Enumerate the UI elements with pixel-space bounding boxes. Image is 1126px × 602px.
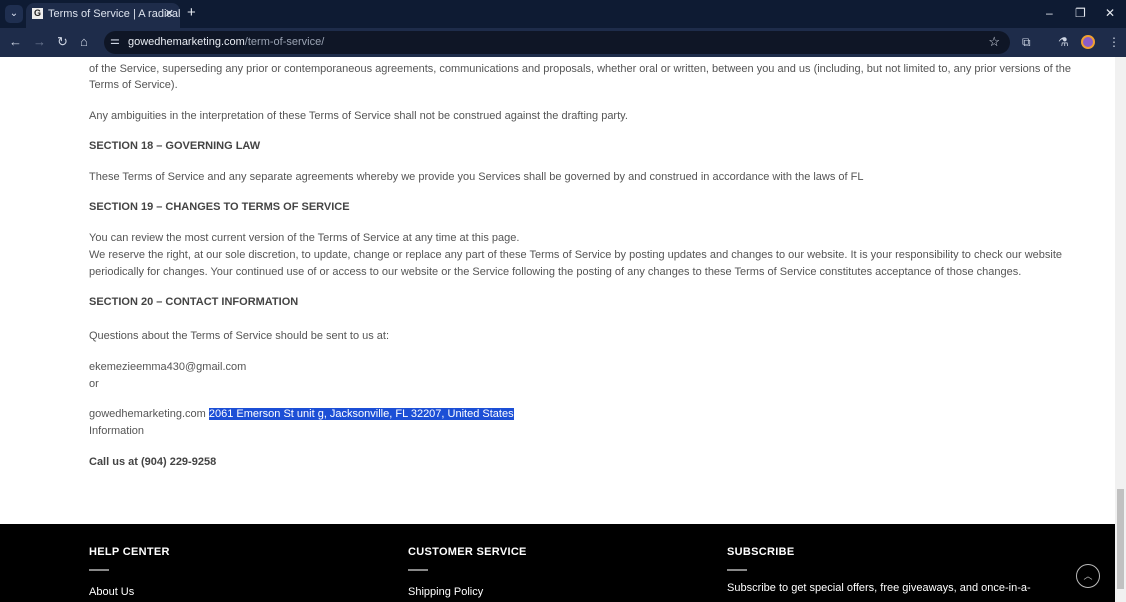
site-info-icon[interactable]: ⚌ [110,34,120,47]
paragraph-line: Terms of Service). [89,79,178,91]
scroll-to-top-button[interactable]: ︿ [1076,564,1100,588]
section-18-heading: SECTION 18 – GOVERNING LAW [89,140,261,152]
information-text: Information [89,425,145,437]
paragraph: Questions about the Terms of Service sho… [89,330,390,342]
call-us-text: Call us at (904) 229-9258 [89,456,217,468]
labs-flask-icon[interactable]: ⚗ [1058,35,1069,49]
extensions-icon[interactable]: ⧉ [1022,35,1031,50]
minimize-button[interactable]: – [1046,6,1053,20]
footer: HELP CENTER About Us CUSTOMER SERVICE Sh… [0,524,1115,602]
customer-service-heading: CUSTOMER SERVICE [408,546,527,558]
help-center-heading: HELP CENTER [89,546,170,558]
selected-address: 2061 Emerson St unit g, Jacksonville, FL… [208,408,514,420]
scrollbar-thumb[interactable] [1117,489,1124,589]
site-favicon-icon: G [32,8,43,19]
site-name: gowedhemarketing.com [89,408,206,420]
close-window-button[interactable]: ✕ [1105,6,1115,20]
back-icon[interactable]: ← [9,34,22,49]
reload-icon[interactable]: ↻ [57,34,68,50]
paragraph: We reserve the right, at our sole discre… [89,249,1063,261]
active-tab[interactable]: G Terms of Service | A radical new ✕ [26,3,180,28]
paragraph-line: of the Service, superseding any prior or… [89,63,1071,75]
menu-kebab-icon[interactable]: ⋮ [1108,35,1120,49]
shipping-policy-link[interactable]: Shipping Policy [408,586,483,598]
profile-avatar[interactable] [1081,35,1095,49]
paragraph: You can review the most current version … [89,232,520,244]
close-tab-icon[interactable]: ✕ [165,3,174,25]
new-tab-button[interactable]: + [187,4,196,21]
divider [727,569,747,571]
url-domain: gowedhemarketing.com [128,36,245,48]
divider [408,569,428,571]
address-bar-row: ← → ↻ ⌂ ⚌ gowedhemarketing.com/term-of-s… [0,28,1126,57]
forward-icon[interactable]: → [33,34,46,49]
contact-email[interactable]: ekemezieemma430@gmail.com [89,359,246,376]
tab-title: Terms of Service | A radical new [48,8,180,20]
tab-bar: ⌄ G Terms of Service | A radical new ✕ +… [0,0,1126,28]
section-19-heading: SECTION 19 – CHANGES TO TERMS OF SERVICE [89,201,350,213]
section-20-heading: SECTION 20 – CONTACT INFORMATION [89,296,299,308]
address-input[interactable]: ⚌ gowedhemarketing.com/term-of-service/ … [104,31,1010,54]
subscribe-heading: SUBSCRIBE [727,546,795,558]
divider [89,569,109,571]
or-text: or [89,378,99,390]
scrollbar[interactable] [1115,57,1126,602]
url-path: /term-of-service/ [244,36,325,48]
about-us-link[interactable]: About Us [89,586,134,598]
paragraph: Any ambiguities in the interpretation of… [89,110,628,122]
home-icon[interactable]: ⌂ [80,34,88,49]
tab-list-button[interactable]: ⌄ [5,5,23,23]
bookmark-star-icon[interactable]: ☆ [988,34,1000,50]
restore-button[interactable]: ❐ [1075,6,1086,20]
paragraph: These Terms of Service and any separate … [89,171,864,183]
subscribe-text: Subscribe to get special offers, free gi… [727,582,1031,594]
paragraph: periodically for changes. Your continued… [89,266,1022,278]
